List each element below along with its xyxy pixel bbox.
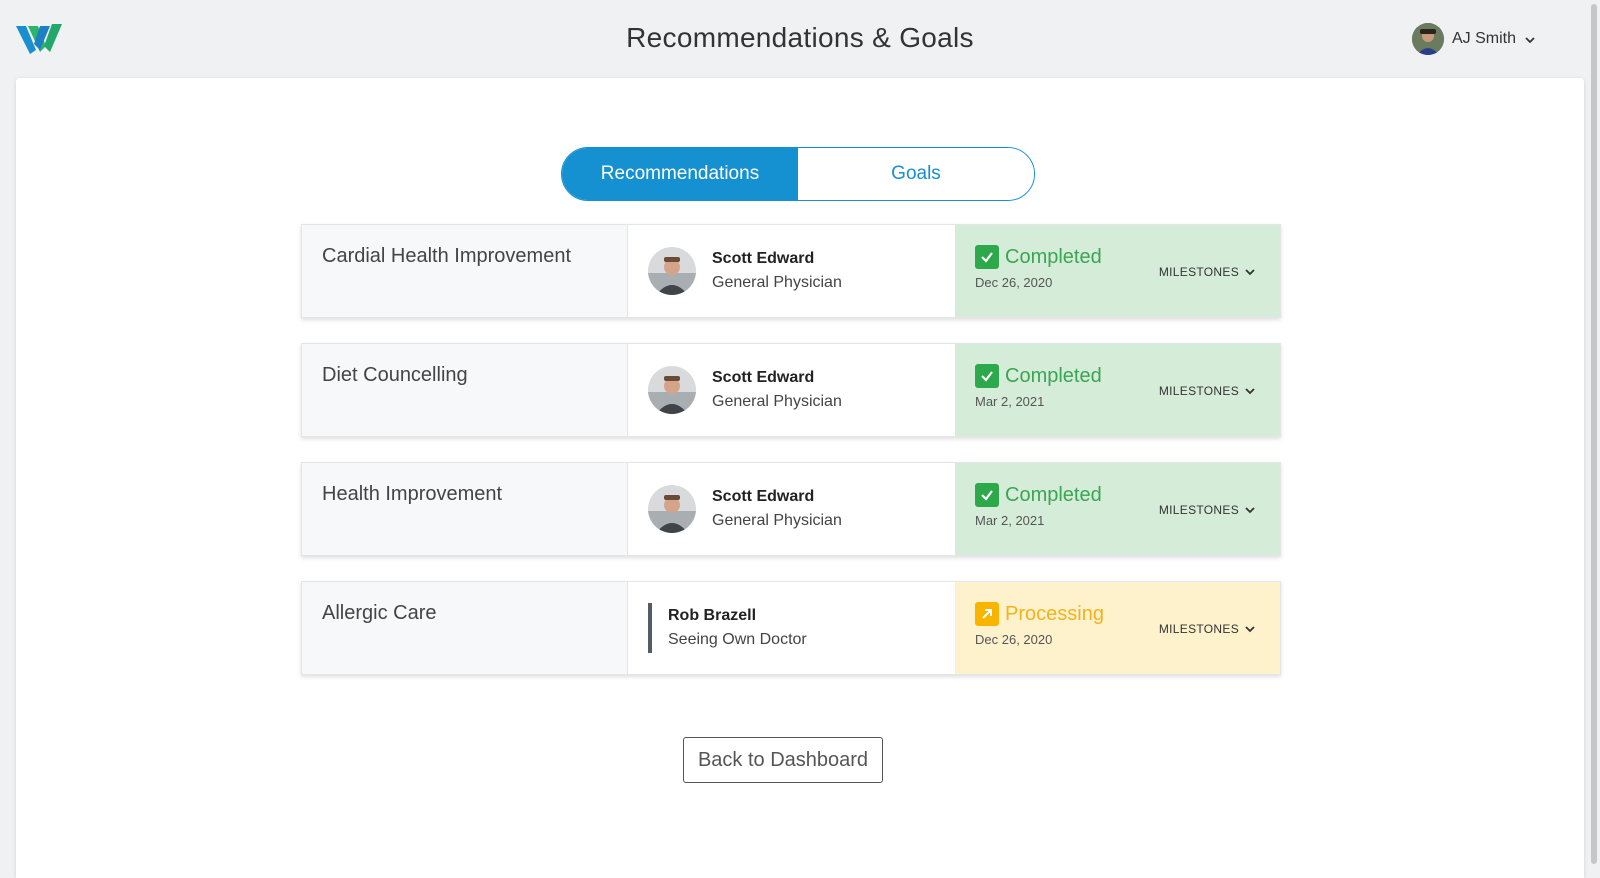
page-title: Recommendations & Goals [626, 22, 974, 53]
list-item[interactable]: Allergic Care Rob Brazell Seeing Own Doc… [301, 581, 1281, 675]
milestones-dropdown[interactable]: MILESTONES [1159, 384, 1256, 398]
top-bar: Recommendations & Goals AJ Smith [0, 0, 1600, 78]
provider-indicator-bar [648, 603, 652, 653]
recommendation-list: Cardial Health Improvement Scott Edward … [301, 224, 1281, 700]
provider-avatar [648, 485, 696, 533]
content-card: Recommendations Goals Cardial Health Imp… [16, 78, 1584, 878]
scrollbar-thumb[interactable] [1591, 4, 1597, 864]
provider-role: General Physician [712, 512, 842, 529]
view-toggle: Recommendations Goals [561, 147, 1035, 201]
back-to-dashboard-button[interactable]: Back to Dashboard [683, 737, 883, 783]
status-badge: Completed [1005, 364, 1102, 387]
provider-avatar [648, 366, 696, 414]
milestones-label: MILESTONES [1158, 622, 1239, 636]
check-icon [975, 483, 999, 507]
provider-role: Seeing Own Doctor [668, 631, 807, 648]
chevron-down-icon [1244, 385, 1256, 397]
provider-role: General Physician [712, 393, 842, 410]
milestones-dropdown[interactable]: MILESTONES [1159, 503, 1256, 517]
provider-name: Scott Edward [712, 369, 815, 386]
provider-avatar [648, 247, 696, 295]
provider-cell: Scott Edward General Physician [628, 463, 955, 555]
user-avatar [1411, 23, 1444, 55]
milestones-dropdown[interactable]: MILESTONES [1159, 622, 1256, 636]
arrow-up-right-icon [975, 602, 999, 626]
recommendation-name: Cardial Health Improvement [302, 225, 628, 317]
status-badge: Completed [1005, 245, 1102, 268]
tab-goals[interactable]: Goals [798, 148, 1034, 200]
chevron-down-icon [1244, 623, 1256, 635]
user-menu[interactable]: AJ Smith [1411, 22, 1536, 56]
status-cell: Completed Mar 2, 2021 MILESTONES [955, 463, 1280, 555]
check-icon [975, 245, 999, 269]
recommendation-name: Diet Councelling [302, 344, 628, 436]
status-badge: Processing [1005, 602, 1104, 625]
provider-name: Scott Edward [712, 488, 815, 505]
provider-cell: Scott Edward General Physician [628, 225, 955, 317]
chevron-down-icon [1244, 266, 1256, 278]
status-cell: Processing Dec 26, 2020 MILESTONES [955, 582, 1280, 674]
tab-recommendations[interactable]: Recommendations [562, 148, 798, 200]
recommendation-name: Allergic Care [302, 582, 628, 674]
provider-role: General Physician [712, 274, 842, 291]
status-cell: Completed Dec 26, 2020 MILESTONES [955, 225, 1280, 317]
recommendation-name: Health Improvement [302, 463, 628, 555]
milestones-dropdown[interactable]: MILESTONES [1159, 265, 1256, 279]
status-badge: Completed [1005, 483, 1102, 506]
provider-cell: Rob Brazell Seeing Own Doctor [628, 582, 955, 674]
list-item[interactable]: Diet Councelling Scott Edward General Ph… [301, 343, 1281, 437]
scrollbar[interactable] [1586, 0, 1600, 872]
chevron-down-icon [1244, 504, 1256, 516]
check-icon [975, 364, 999, 388]
provider-name: Rob Brazell [668, 607, 757, 624]
list-item[interactable]: Cardial Health Improvement Scott Edward … [301, 224, 1281, 318]
provider-name: Scott Edward [712, 250, 815, 267]
milestones-label: MILESTONES [1158, 503, 1239, 517]
chevron-down-icon [1524, 33, 1536, 45]
milestones-label: MILESTONES [1158, 384, 1239, 398]
milestones-label: MILESTONES [1158, 265, 1239, 279]
list-item[interactable]: Health Improvement Scott Edward General … [301, 462, 1281, 556]
status-cell: Completed Mar 2, 2021 MILESTONES [955, 344, 1280, 436]
user-name: AJ Smith [1451, 30, 1516, 47]
provider-cell: Scott Edward General Physician [628, 344, 955, 436]
